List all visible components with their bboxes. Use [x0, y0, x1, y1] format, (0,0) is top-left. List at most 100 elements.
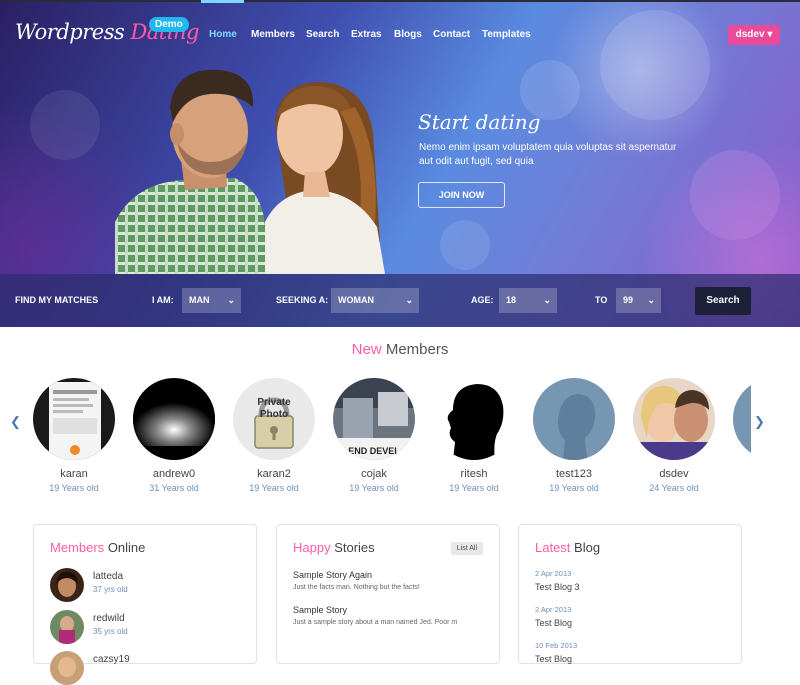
- panel-title-rest: Online: [107, 540, 146, 555]
- demo-badge: Demo: [149, 17, 189, 32]
- member-name: dsdev: [659, 468, 689, 480]
- member-card[interactable]: karan 19 Years old: [33, 378, 115, 493]
- nav-home[interactable]: Home: [209, 29, 237, 40]
- hero-description: Nemo enim ipsam voluptatem quia voluptas…: [419, 142, 677, 167]
- avatar: [533, 378, 615, 460]
- logo-text-1: Wordpress: [15, 20, 125, 44]
- hero-tagline: Start dating: [418, 110, 541, 134]
- nav-extras[interactable]: Extras: [351, 29, 382, 40]
- member-name: karan2: [257, 468, 291, 480]
- member-age: 19 Years old: [249, 483, 299, 493]
- chevron-down-icon: ⌄: [227, 295, 235, 305]
- avatar: [50, 610, 84, 644]
- nav-members[interactable]: Members: [251, 29, 295, 40]
- list-all-button[interactable]: List All: [450, 542, 483, 555]
- avatar: Private Photo: [233, 378, 315, 460]
- panel-title-highlight: Latest: [535, 540, 571, 555]
- seeking-value: WOMAN: [338, 295, 374, 305]
- story-title: Sample Story: [293, 605, 348, 615]
- member-name: ritesh: [460, 468, 488, 480]
- member-card-partial[interactable]: [733, 378, 751, 460]
- panel-title: Members Online: [50, 540, 145, 555]
- age-from-value: 18: [506, 295, 517, 305]
- happy-stories-panel: Happy Stories List All Sample Story Agai…: [276, 524, 500, 664]
- online-member-name: redwild: [93, 613, 125, 624]
- chevron-down-icon: ⌄: [405, 295, 413, 305]
- members-online-panel: Members Online latteda 37 yrs old redwil…: [33, 524, 257, 685]
- panel-title: Latest Blog: [535, 540, 600, 555]
- blog-title: Test Blog: [535, 654, 573, 664]
- avatar: [50, 568, 84, 602]
- hero-banner: Wordpress Dating Demo Home Members Searc…: [0, 0, 800, 327]
- member-age: 19 Years old: [449, 483, 499, 493]
- panel-title-rest: Blog: [574, 540, 601, 555]
- avatar: [733, 378, 751, 460]
- age-to-label: TO: [595, 295, 608, 305]
- nav-blogs[interactable]: Blogs: [394, 29, 422, 40]
- online-member-age: 35 yrs old: [93, 627, 128, 636]
- nav-contact[interactable]: Contact: [433, 29, 470, 40]
- match-search-bar: FIND MY MATCHES I AM: MAN ⌄ SEEKING A: WO…: [0, 274, 800, 327]
- search-button[interactable]: Search: [695, 287, 751, 315]
- member-card[interactable]: END DEVEL cojak 19 Years old: [333, 378, 415, 493]
- new-members-title-highlight: New: [351, 341, 382, 358]
- search-heading: FIND MY MATCHES: [15, 295, 99, 305]
- panel-title-highlight: Happy: [293, 540, 331, 555]
- panel-title-highlight: Members: [50, 540, 105, 555]
- story-item[interactable]: Sample Story Again Just the facts man. N…: [293, 570, 488, 591]
- member-name: karan: [60, 468, 88, 480]
- member-name: cojak: [361, 468, 387, 480]
- user-menu-label: dsdev: [735, 29, 765, 40]
- member-age: 19 Years old: [549, 483, 599, 493]
- blog-title: Test Blog 3: [535, 582, 580, 592]
- panel-title-rest: Stories: [334, 540, 375, 555]
- age-to-select[interactable]: 99 ⌄: [616, 288, 661, 313]
- chevron-left-icon[interactable]: ❮: [10, 414, 21, 430]
- avatar: [50, 651, 84, 685]
- online-member-age: 37 yrs old: [93, 585, 128, 594]
- i-am-label: I AM:: [152, 295, 174, 305]
- blog-item[interactable]: 2 Apr 2013 Test Blog 3: [535, 569, 580, 592]
- private-photo-line1: Private: [257, 397, 291, 408]
- private-photo-line2: Photo: [260, 409, 288, 420]
- member-card[interactable]: Private Photo karan2 19 Years old: [233, 378, 315, 493]
- member-card[interactable]: dsdev 24 Years old: [633, 378, 715, 493]
- i-am-value: MAN: [189, 295, 210, 305]
- member-card[interactable]: test123 19 Years old: [533, 378, 615, 493]
- join-now-button[interactable]: JOIN NOW: [418, 182, 505, 208]
- age-from-select[interactable]: 18 ⌄: [499, 288, 557, 313]
- story-item[interactable]: Sample Story Just a sample story about a…: [293, 605, 488, 626]
- blog-item[interactable]: 10 Feb 2013 Test Blog: [535, 641, 577, 664]
- chevron-right-icon[interactable]: ❯: [754, 414, 765, 430]
- caret-down-icon: ▾: [767, 29, 773, 40]
- user-menu-button[interactable]: dsdev ▾: [728, 25, 780, 45]
- nav-templates[interactable]: Templates: [482, 29, 531, 40]
- member-age: 31 Years old: [149, 483, 199, 493]
- avatar: END DEVEL: [333, 378, 415, 460]
- member-name: andrew0: [152, 468, 196, 480]
- chevron-down-icon: ⌄: [647, 295, 655, 305]
- panel-title: Happy Stories: [293, 540, 375, 555]
- blog-item[interactable]: 2 Apr 2013 Test Blog: [535, 605, 572, 628]
- story-excerpt: Just the facts man. Nothing but the fact…: [293, 584, 420, 591]
- member-card[interactable]: ritesh 19 Years old: [433, 378, 515, 493]
- member-age: 24 Years old: [649, 483, 699, 493]
- blog-title: Test Blog: [535, 618, 573, 628]
- couple-photo: [115, 62, 423, 274]
- blog-date: 2 Apr 2013: [535, 605, 572, 614]
- seeking-select[interactable]: WOMAN ⌄: [331, 288, 419, 313]
- nav-search[interactable]: Search: [306, 29, 339, 40]
- new-members-title-rest: Members: [385, 341, 449, 358]
- seeking-label: SEEKING A:: [276, 295, 329, 305]
- blog-date: 2 Apr 2013: [535, 569, 572, 578]
- member-card[interactable]: andrew0 31 Years old: [133, 378, 215, 493]
- chevron-down-icon: ⌄: [543, 295, 551, 305]
- age-to-value: 99: [623, 295, 634, 305]
- i-am-select[interactable]: MAN ⌄: [182, 288, 241, 313]
- avatar: [433, 378, 515, 460]
- member-age: 19 Years old: [349, 483, 399, 493]
- avatar: [133, 378, 215, 460]
- age-label: AGE:: [471, 295, 494, 305]
- top-border: [0, 0, 800, 2]
- avatar: [633, 378, 715, 460]
